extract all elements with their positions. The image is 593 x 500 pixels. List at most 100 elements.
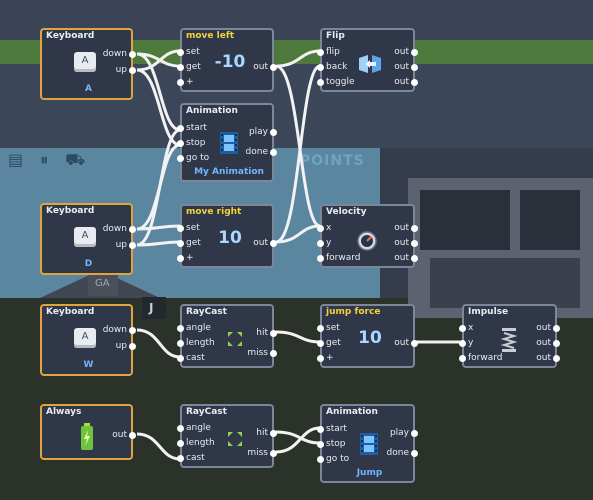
output-socket[interactable] [270,450,277,457]
output-socket[interactable] [270,350,277,357]
port-stop[interactable]: stop [317,439,345,450]
port-flip[interactable]: flip [317,47,340,58]
port-start[interactable]: start [177,123,207,134]
animation-node-jump[interactable]: Animation start stop go to play done Jum… [317,404,418,483]
input-socket[interactable] [317,240,324,247]
output-socket[interactable] [411,240,418,247]
port-length[interactable]: length [177,338,215,349]
port-set[interactable]: set [317,323,340,334]
port-x[interactable]: x [459,323,473,334]
animation-node-my-animation[interactable]: Animation start stop go to play done My … [177,103,277,182]
output-socket[interactable] [270,430,277,437]
input-socket[interactable] [177,155,184,162]
port-goto[interactable]: go to [177,153,209,164]
port-play[interactable]: play [249,127,277,138]
port-up[interactable]: up [116,341,136,352]
input-socket[interactable] [317,79,324,86]
port-out-3[interactable]: out [394,253,418,264]
input-socket[interactable] [177,64,184,71]
input-socket[interactable] [177,140,184,147]
port-cast[interactable]: cast [177,453,205,464]
input-socket[interactable] [317,255,324,262]
output-socket[interactable] [129,343,136,350]
port-miss[interactable]: miss [247,348,277,359]
port-up[interactable]: up [116,240,136,251]
input-socket[interactable] [177,255,184,262]
input-socket[interactable] [177,79,184,86]
input-socket[interactable] [177,125,184,132]
variable-node-move-left[interactable]: move left set get + -10 out [177,28,277,92]
output-socket[interactable] [270,149,277,156]
port-out-1[interactable]: out [536,323,560,334]
port-x[interactable]: x [317,223,331,234]
port-y[interactable]: y [459,338,473,349]
input-socket[interactable] [317,49,324,56]
port-out-2[interactable]: out [536,338,560,349]
output-socket[interactable] [411,340,418,347]
input-socket[interactable] [177,49,184,56]
port-out-1[interactable]: out [394,223,418,234]
flip-node[interactable]: Flip flip back toggle out out out [317,28,418,92]
input-socket[interactable] [177,225,184,232]
input-socket[interactable] [459,355,466,362]
input-socket[interactable] [317,355,324,362]
input-socket[interactable] [317,64,324,71]
keyboard-node-a[interactable]: Keyboard A A down up [40,28,136,100]
port-hit[interactable]: hit [256,428,277,439]
impulse-node[interactable]: Impulse x y forward out out out [459,304,560,368]
port-out[interactable]: out [253,62,277,73]
input-socket[interactable] [317,325,324,332]
output-socket[interactable] [129,51,136,58]
port-done[interactable]: done [387,448,418,459]
port-out[interactable]: out [253,238,277,249]
input-socket[interactable] [317,441,324,448]
keyboard-node-d[interactable]: Keyboard A D down up [40,203,136,275]
port-out-3[interactable]: out [536,353,560,364]
input-socket[interactable] [317,456,324,463]
port-length[interactable]: length [177,438,215,449]
port-start[interactable]: start [317,424,347,435]
raycast-node-1[interactable]: RayCast angle length cast hit miss [177,304,277,368]
output-socket[interactable] [411,255,418,262]
port-cast[interactable]: cast [177,353,205,364]
output-socket[interactable] [270,240,277,247]
port-angle[interactable]: angle [177,323,211,334]
port-down[interactable]: down [103,325,136,336]
port-miss[interactable]: miss [247,448,277,459]
keyboard-node-w[interactable]: Keyboard A W down up [40,304,136,376]
output-socket[interactable] [129,226,136,233]
input-socket[interactable] [177,440,184,447]
port-get[interactable]: get [177,238,201,249]
port-done[interactable]: done [246,147,277,158]
port-out[interactable]: out [112,430,136,441]
port-get[interactable]: get [177,62,201,73]
port-out-2[interactable]: out [394,62,418,73]
port-out-3[interactable]: out [394,77,418,88]
variable-node-move-right[interactable]: move right set get + 10 out [177,204,277,268]
port-set[interactable]: set [177,223,200,234]
input-socket[interactable] [317,426,324,433]
port-forward[interactable]: forward [317,253,361,264]
port-add[interactable]: + [177,253,194,264]
input-socket[interactable] [177,355,184,362]
output-socket[interactable] [129,67,136,74]
output-socket[interactable] [270,330,277,337]
port-back[interactable]: back [317,62,347,73]
port-goto[interactable]: go to [317,454,349,465]
input-socket[interactable] [177,340,184,347]
input-socket[interactable] [177,240,184,247]
velocity-node[interactable]: Velocity x y forward out out out [317,204,418,268]
variable-value[interactable]: 10 [348,328,392,348]
port-add[interactable]: + [317,353,334,364]
output-socket[interactable] [553,325,560,332]
port-set[interactable]: set [177,47,200,58]
port-get[interactable]: get [317,338,341,349]
variable-value[interactable]: -10 [208,52,252,72]
input-socket[interactable] [317,225,324,232]
output-socket[interactable] [129,432,136,439]
variable-value[interactable]: 10 [208,228,252,248]
input-socket[interactable] [317,340,324,347]
port-forward[interactable]: forward [459,353,503,364]
output-socket[interactable] [411,450,418,457]
output-socket[interactable] [411,430,418,437]
